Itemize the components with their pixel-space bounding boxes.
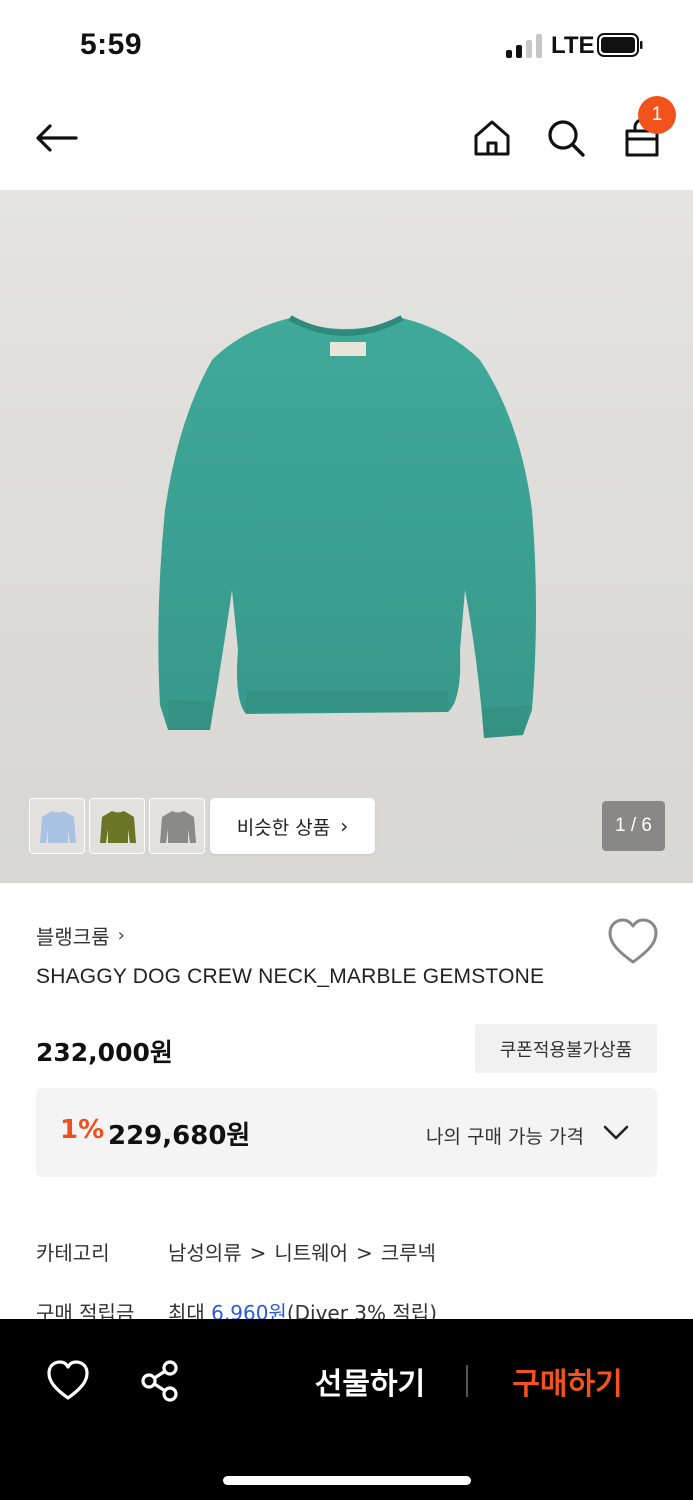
similar-products-button[interactable]: 비슷한 상품 ›	[210, 798, 375, 854]
battery-icon	[597, 33, 643, 57]
coupon-notice-badge: 쿠폰적용불가상품	[475, 1024, 657, 1073]
product-image-gallery[interactable]: 비슷한 상품 › 1 / 6	[0, 190, 693, 883]
category-label: 카테고리	[36, 1241, 110, 1265]
divider	[466, 1365, 468, 1397]
status-bar: 5:59 LTE	[0, 0, 693, 92]
thumbnail-gray[interactable]	[149, 798, 205, 854]
cart-count-badge: 1	[638, 96, 676, 134]
gift-button[interactable]: 선물하기	[290, 1359, 450, 1403]
brand-name: 블랭크룸	[36, 925, 110, 949]
breadcrumb-separator: >	[355, 1241, 373, 1265]
home-indicator[interactable]	[223, 1476, 471, 1485]
status-time: 5:59	[80, 28, 143, 61]
thumbnail-image	[90, 799, 144, 853]
bottom-action-bar: 선물하기 구매하기	[0, 1319, 693, 1500]
thumbnail-image	[30, 799, 84, 853]
signal-icon	[506, 34, 544, 58]
product-image	[158, 315, 537, 738]
chevron-right-icon: ›	[117, 925, 125, 946]
product-title: SHAGGY DOG CREW NECK_MARBLE GEMSTONE	[36, 965, 545, 988]
category-row: 카테고리 남성의류 > 니트웨어 > 크루넥	[36, 1237, 436, 1266]
search-button[interactable]	[534, 106, 598, 170]
thumbnail-olive[interactable]	[89, 798, 145, 854]
my-price-label: 나의 구매 가능 가격	[426, 1126, 584, 1148]
similar-products-label: 비슷한 상품	[236, 816, 331, 839]
discount-rate: 1%	[60, 1115, 105, 1145]
top-navigation: 1	[0, 92, 693, 190]
back-button[interactable]	[24, 106, 88, 170]
category-path: 남성의류 > 니트웨어 > 크루넥	[168, 1237, 436, 1266]
back-arrow-icon	[36, 124, 78, 152]
category-item[interactable]: 크루넥	[381, 1241, 436, 1265]
buy-button[interactable]: 구매하기	[490, 1359, 645, 1403]
breadcrumb-separator: >	[249, 1241, 267, 1265]
thumbnail-image	[150, 799, 204, 853]
image-counter: 1 / 6	[602, 801, 665, 851]
home-icon	[474, 120, 510, 156]
chevron-right-icon: ›	[340, 814, 349, 838]
search-icon	[548, 120, 585, 157]
category-item[interactable]: 니트웨어	[274, 1241, 348, 1265]
my-price-panel[interactable]: 1% 229,680원 나의 구매 가능 가격	[36, 1088, 657, 1177]
thumbnail-blue[interactable]	[29, 798, 85, 854]
wishlist-heart-icon[interactable]	[44, 1357, 92, 1405]
category-item[interactable]: 남성의류	[168, 1241, 242, 1265]
brand-link[interactable]: 블랭크룸 ›	[36, 921, 125, 950]
product-price: 232,000원	[36, 1038, 173, 1067]
wishlist-heart-icon[interactable]	[606, 917, 660, 967]
my-price-value: 229,680원	[108, 1121, 251, 1151]
share-icon[interactable]	[136, 1357, 184, 1405]
network-type: LTE	[551, 32, 595, 59]
home-button[interactable]	[460, 106, 524, 170]
chevron-down-icon	[603, 1125, 629, 1140]
